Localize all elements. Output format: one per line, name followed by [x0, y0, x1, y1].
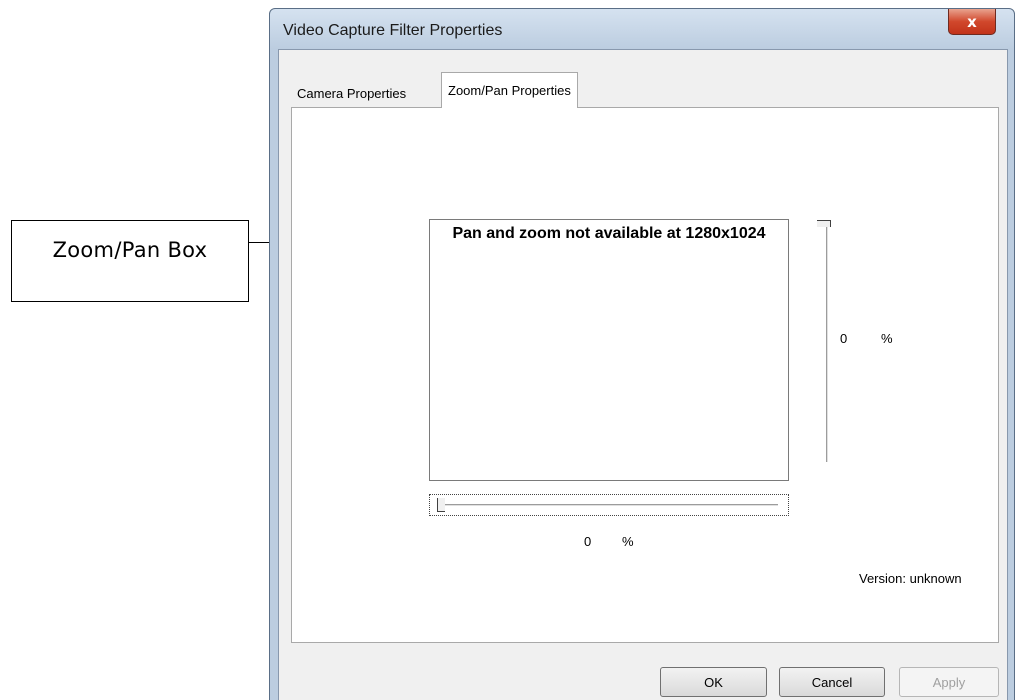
- zoom-vertical-slider[interactable]: [817, 216, 837, 464]
- title-bar[interactable]: Video Capture Filter Properties x: [270, 9, 1014, 49]
- tab-zoom-pan-properties[interactable]: Zoom/Pan Properties: [441, 72, 578, 108]
- zoom-pan-box[interactable]: Pan and zoom not available at 1280x1024: [429, 219, 789, 481]
- horizontal-value: 0: [584, 534, 592, 549]
- close-button[interactable]: x: [948, 9, 996, 35]
- horizontal-unit: %: [622, 534, 634, 549]
- vertical-value: 0: [840, 331, 848, 346]
- horizontal-slider-track: [440, 504, 778, 507]
- apply-button[interactable]: Apply: [899, 667, 999, 697]
- zoom-pan-message: Pan and zoom not available at 1280x1024: [452, 225, 766, 242]
- pan-horizontal-slider[interactable]: [429, 494, 789, 516]
- vertical-slider-track: [826, 226, 829, 462]
- dialog-client-area: Camera Properties Zoom/Pan Properties Pa…: [278, 49, 1008, 700]
- cancel-button[interactable]: Cancel: [779, 667, 885, 697]
- version-label: Version: unknown: [859, 571, 962, 586]
- callout-box: Zoom/Pan Box: [11, 220, 249, 302]
- vertical-slider-thumb[interactable]: [817, 220, 831, 227]
- ok-button[interactable]: OK: [660, 667, 767, 697]
- properties-dialog: Video Capture Filter Properties x Camera…: [269, 8, 1015, 700]
- close-icon: x: [967, 12, 977, 31]
- horizontal-slider-thumb[interactable]: [437, 498, 445, 512]
- callout-label: Zoom/Pan Box: [52, 238, 208, 262]
- vertical-unit: %: [881, 331, 893, 346]
- window-title: Video Capture Filter Properties: [283, 22, 503, 39]
- tab-camera-properties[interactable]: Camera Properties: [291, 78, 412, 108]
- zoom-pan-tab-panel: Pan and zoom not available at 1280x1024 …: [291, 107, 999, 643]
- screenshot-canvas: Zoom/Pan Box Video Capture Filter Proper…: [0, 0, 1015, 700]
